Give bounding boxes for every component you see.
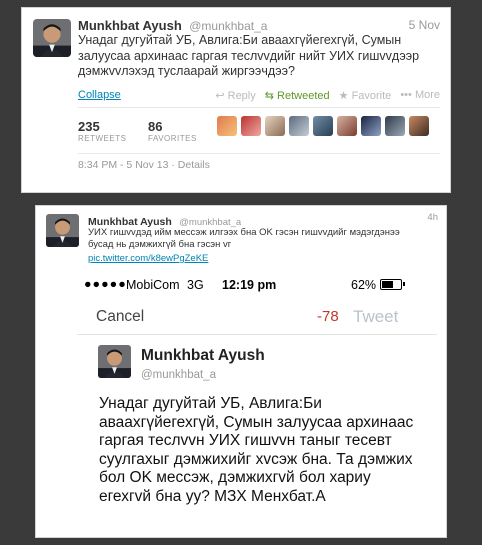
tweet-header: Munkhbat Ayush @munkhbat_a 4h [88,212,438,228]
more-button[interactable]: ••• More [400,89,440,102]
carrier-name: MobiCom [126,278,180,292]
status-bar: ●●●●● MobiCom 3G 12:19 pm 62% [77,271,437,297]
reply-label: Reply [227,90,256,102]
phone-screenshot: ●●●●● MobiCom 3G 12:19 pm 62% Cancel -78… [77,271,437,537]
compose-toolbar: Cancel -78 Tweet [77,297,437,335]
character-count: -78 [317,308,339,325]
tweet-card: Munkhbat Ayush @munkhbat_a 4h УИХ гишvvд… [35,205,447,538]
favoriting-users [217,116,429,136]
user-avatar[interactable] [217,116,237,136]
user-avatar[interactable] [409,116,429,136]
divider [78,153,440,154]
more-label: More [414,89,440,101]
author-name[interactable]: Munkhbat Ayush [78,18,182,33]
media-link[interactable]: pic.twitter.com/k8ewPgZeKE [88,253,208,264]
favorite-label: Favorite [351,90,392,102]
retweets-count: 235 [78,119,100,134]
author-avatar[interactable] [46,214,79,247]
retweets-label: RETWEETS [78,134,127,143]
avatar-image [98,345,131,378]
retweeted-label: Retweeted [277,90,330,102]
author-avatar[interactable] [33,19,71,57]
tweet-text: Унадаг дугуйтай УБ, Авлига:Би аваахгүйег… [78,33,420,78]
star-icon: ★ [338,90,349,102]
collapse-link[interactable]: Collapse [78,89,121,101]
retweets-stat[interactable]: 235 RETWEETS [78,119,148,143]
composer-avatar [98,345,131,378]
user-avatar[interactable] [289,116,309,136]
retweeted-button[interactable]: ⇆ Retweeted [265,89,330,102]
tweet-time[interactable]: 4h [427,212,438,223]
battery-fill [382,281,393,288]
user-avatar[interactable] [241,116,261,136]
status-time: 12:19 pm [222,278,277,292]
user-avatar[interactable] [265,116,285,136]
battery-percent: 62% [351,278,377,292]
tweet-date[interactable]: 5 Nov [409,18,440,32]
tweet-button[interactable]: Tweet [353,307,398,327]
reply-icon: ↩ [215,90,225,102]
tweet-timestamp-details[interactable]: 8:34 PM - 5 Nov 13 · Details [78,159,210,171]
tweet-text: УИХ гишvvдэд ийм мессэж илгээх бна OK гэ… [88,227,400,250]
user-avatar[interactable] [385,116,405,136]
user-avatar[interactable] [337,116,357,136]
favorites-count: 86 [148,119,163,134]
expanded-tweet-card: Munkhbat Ayush @munkhbat_a 5 Nov Унадаг … [21,7,451,193]
cancel-button[interactable]: Cancel [96,308,144,326]
avatar-image [33,19,71,57]
tweet-actions: ↩ Reply ⇆ Retweeted ★ Favorite ••• More [215,89,440,102]
reply-button[interactable]: ↩ Reply [215,89,255,102]
user-avatar[interactable] [313,116,333,136]
battery-icon [380,279,405,290]
network-type: 3G [187,278,204,292]
divider [78,107,440,108]
favorites-stat[interactable]: 86 FAVORITES [148,119,218,143]
retweet-icon: ⇆ [264,90,274,102]
avatar-image [46,214,79,247]
composer-name: Munkhbat Ayush [141,347,265,364]
tweet-stats: 235 RETWEETS 86 FAVORITES [78,111,218,151]
user-avatar[interactable] [361,116,381,136]
favorites-label: FAVORITES [148,134,197,143]
author-handle[interactable]: @munkhbat_a [189,19,267,33]
composer-handle: @munkhbat_a [141,369,216,381]
ellipsis-icon: ••• [400,89,412,101]
tweet-header: Munkhbat Ayush @munkhbat_a 5 Nov [78,17,440,33]
signal-icon: ●●●●● [84,277,127,291]
favorite-button[interactable]: ★ Favorite [339,89,392,102]
draft-text[interactable]: Унадаг дугуйтай УБ, Авлига:Би аваахгүйег… [99,395,419,506]
